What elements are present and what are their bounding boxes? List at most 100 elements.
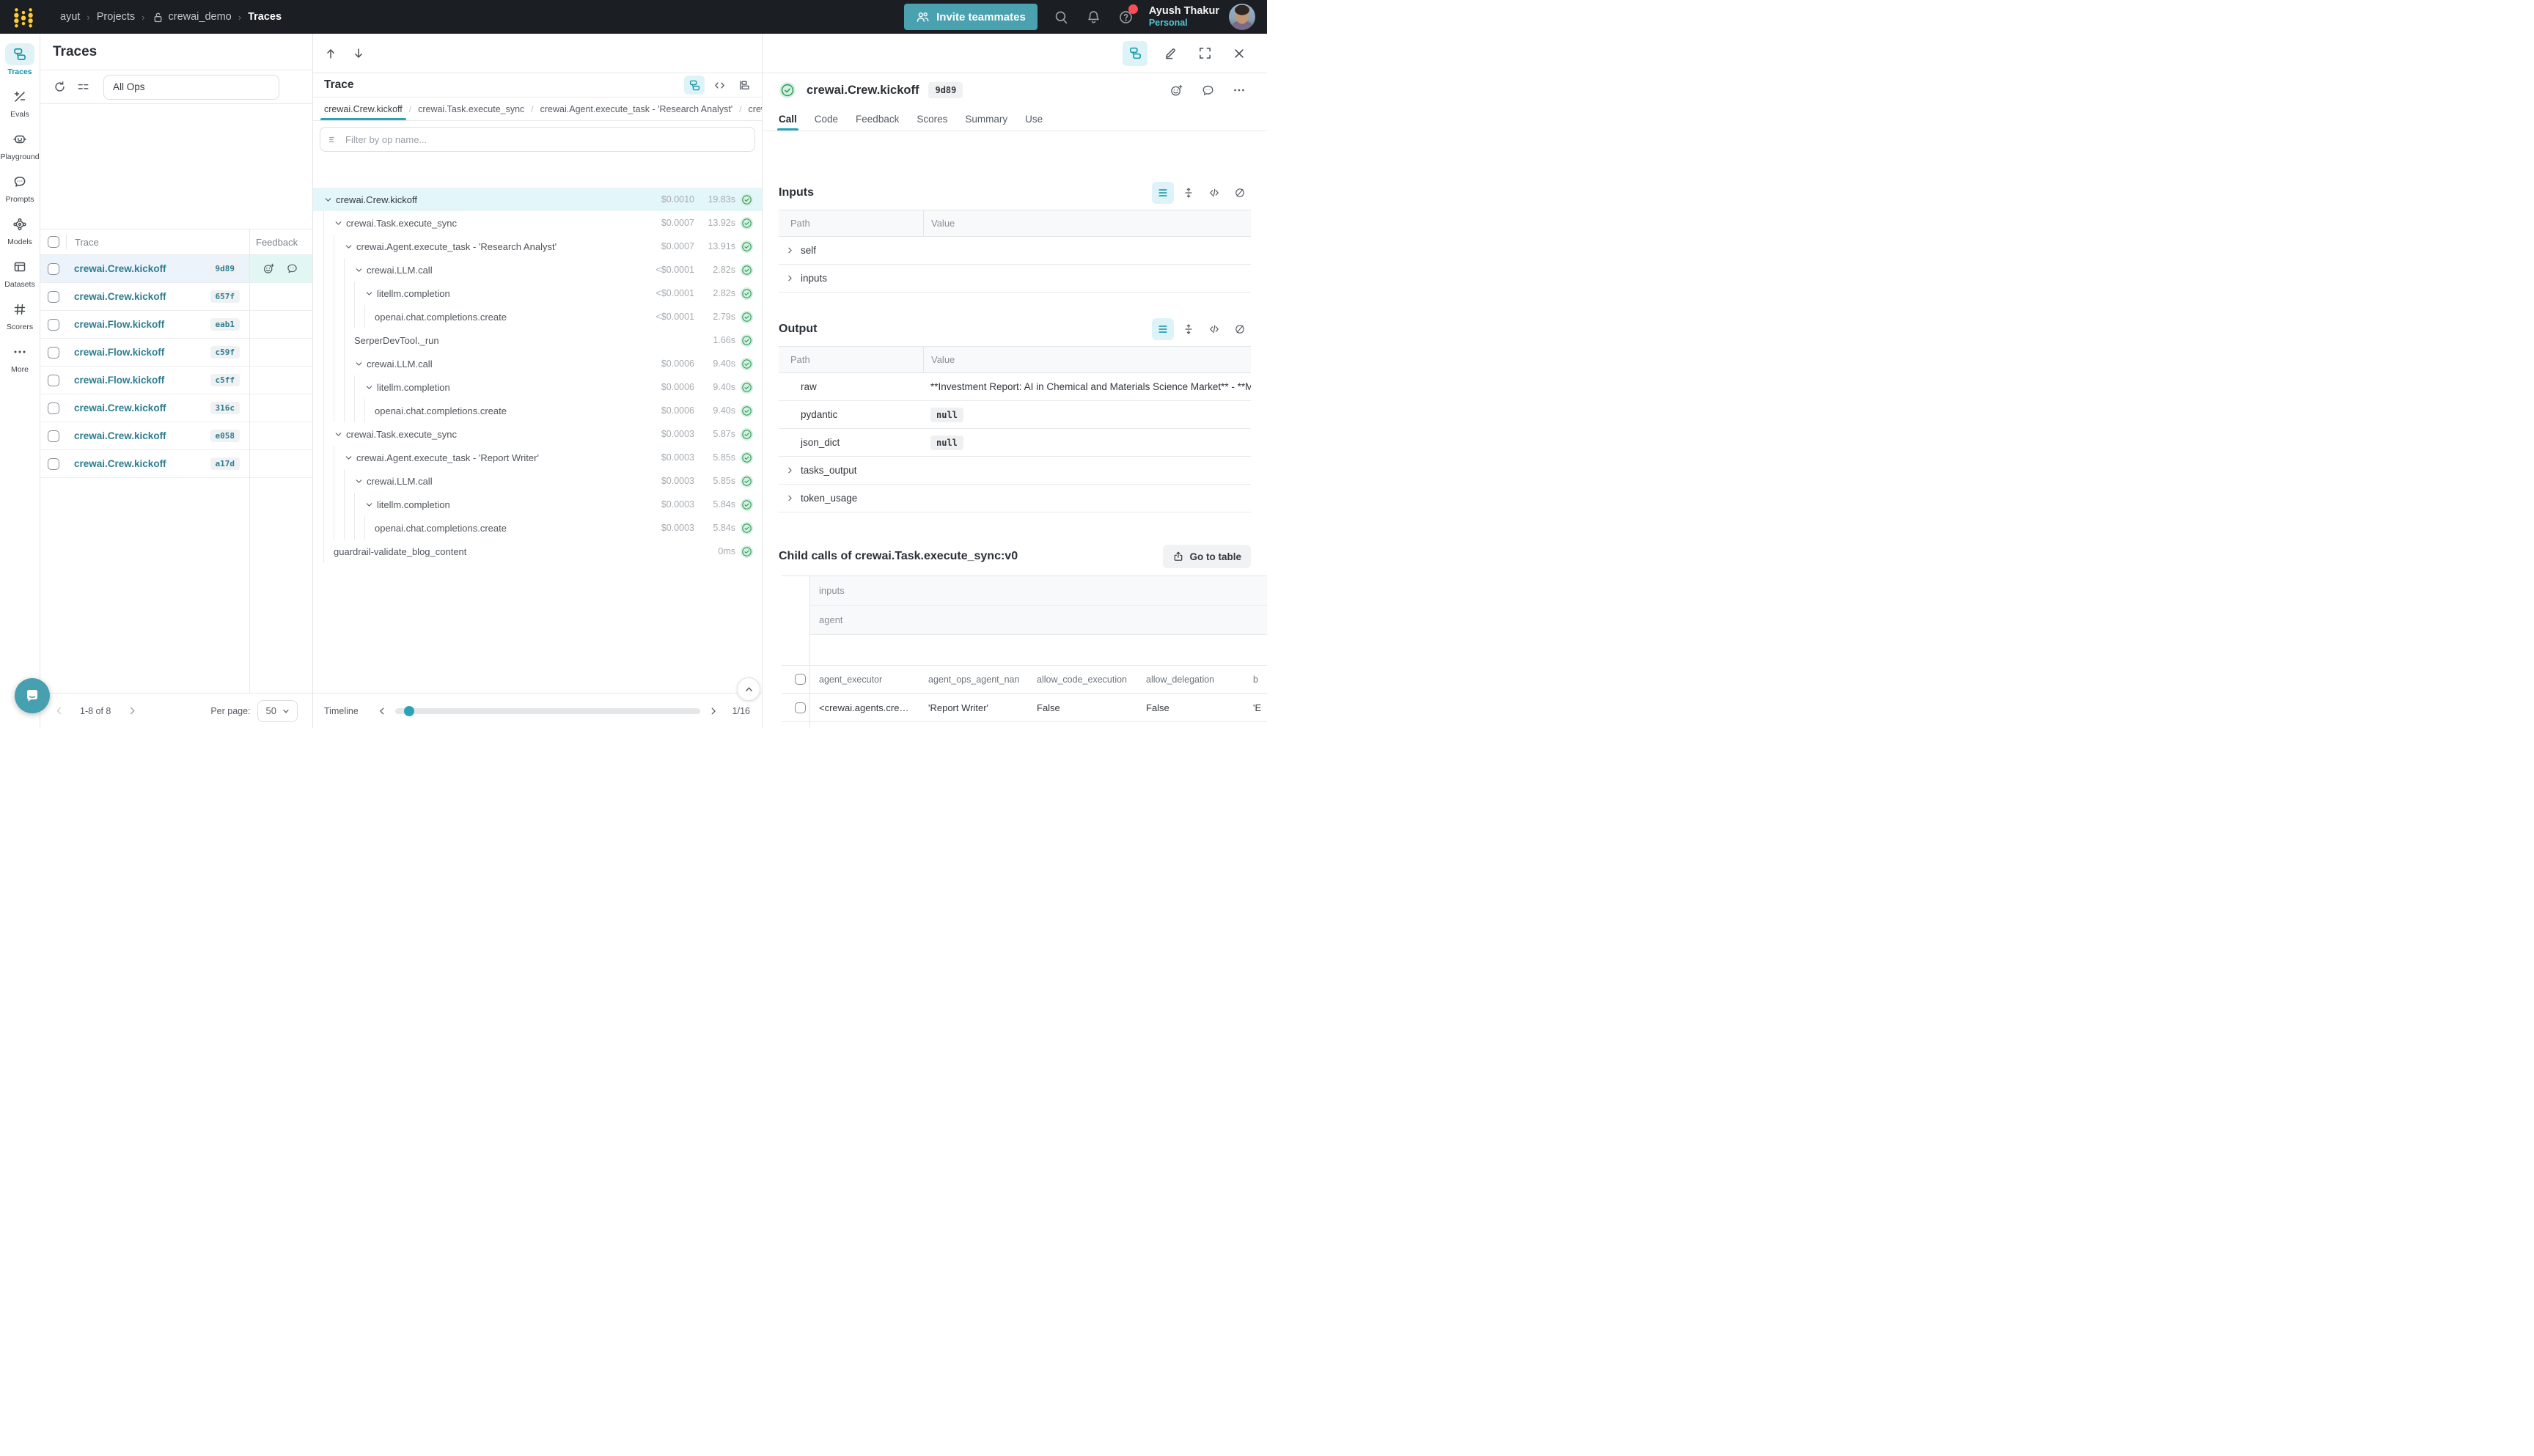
column-header-agent_executor[interactable]: agent_executor [810,665,919,694]
help-icon[interactable] [1112,3,1140,31]
trace-row[interactable]: crewai.Flow.kickoff c5ff [40,367,312,394]
trace-row[interactable]: crewai.Crew.kickoff9d89 [40,255,312,283]
sidebar-item-models[interactable]: Models [0,213,40,246]
trace-breadcrumb-tab[interactable]: crewai.Agent.execute_task - 'Research An… [534,98,740,120]
comment-icon[interactable] [286,262,298,275]
tree-row[interactable]: openai.chat.completions.create$0.00035.8… [313,516,762,540]
trace-column-header[interactable]: Trace [75,237,249,248]
tree-row[interactable]: crewai.Agent.execute_task - 'Research An… [313,235,762,258]
expand-chevron-icon[interactable] [779,246,801,255]
select-all-checkbox[interactable] [48,236,59,248]
notifications-bell-icon[interactable] [1080,3,1108,31]
timeline-slider[interactable] [395,708,700,714]
trace-id-badge[interactable]: a17d [210,457,240,470]
tree-view-icon[interactable] [684,76,705,95]
row-checkbox[interactable] [48,402,59,414]
column-header-b[interactable]: b [1244,665,1267,694]
add-reaction-icon[interactable] [1164,78,1188,102]
search-icon[interactable] [1048,3,1076,31]
sidebar-item-playground[interactable]: Playground [0,128,40,161]
expand-chevron-icon[interactable] [779,273,801,283]
chevron-down-icon[interactable] [354,477,367,486]
chevron-down-icon[interactable] [354,359,367,369]
trace-name-link[interactable]: crewai.Crew.kickoff [74,291,166,302]
list-view-icon[interactable] [1152,318,1174,340]
row-settings-icon[interactable] [71,76,95,99]
tree-row[interactable]: litellm.completion$0.00069.40s [313,375,762,399]
chevron-down-icon[interactable] [334,430,346,439]
column-header-allow_delegation[interactable]: allow_delegation [1137,665,1244,694]
trace-id-badge[interactable]: eab1 [210,318,240,331]
chat-bubble-button[interactable] [15,678,50,713]
hide-values-icon[interactable] [1229,182,1251,204]
chevron-down-icon[interactable] [323,195,336,205]
trace-row[interactable]: crewai.Crew.kickoffe058 [40,422,312,450]
row-checkbox[interactable] [48,430,59,442]
more-options-icon[interactable] [1227,78,1251,102]
chevron-down-icon[interactable] [344,453,356,463]
code-format-icon[interactable] [1203,318,1225,340]
select-all-checkbox[interactable] [795,674,806,685]
tab-feedback[interactable]: Feedback [847,107,908,130]
sidebar-item-prompts[interactable]: Prompts [0,171,40,204]
hide-values-icon[interactable] [1229,318,1251,340]
trace-id-badge[interactable]: c59f [210,346,240,359]
expand-rows-icon[interactable] [1178,318,1200,340]
trace-id-badge[interactable]: e058 [210,430,240,442]
trace-name-link[interactable]: crewai.Crew.kickoff [74,402,166,413]
tree-row[interactable]: SerperDevTool._run1.66s [313,328,762,352]
list-view-icon[interactable] [1152,182,1174,204]
user-menu[interactable]: Ayush Thakur Personal [1149,4,1219,29]
trace-row[interactable]: crewai.Crew.kickoff 657f [40,283,312,311]
tree-row[interactable]: litellm.completion<$0.00012.82s [313,282,762,305]
trace-name-link[interactable]: crewai.Flow.kickoff [74,319,164,330]
next-page-icon[interactable] [121,700,143,722]
sidebar-item-datasets[interactable]: Datasets [0,256,40,289]
tree-row[interactable]: crewai.LLM.call$0.00069.40s [313,352,762,375]
tab-call[interactable]: Call [770,107,806,130]
breadcrumb-entity[interactable]: ayut [60,11,80,23]
tree-row[interactable]: crewai.Task.execute_sync$0.00035.87s [313,422,762,446]
next-call-arrow-down-icon[interactable] [347,42,370,65]
chevron-down-icon[interactable] [344,242,356,251]
add-reaction-icon[interactable] [262,262,275,275]
tab-scores[interactable]: Scores [908,107,956,130]
tab-use[interactable]: Use [1016,107,1051,130]
tree-row[interactable]: guardrail-validate_blog_content0ms [313,540,762,563]
expand-rows-icon[interactable] [1178,182,1200,204]
chevron-down-icon[interactable] [364,289,377,298]
chevron-down-icon[interactable] [364,383,377,392]
trace-name-link[interactable]: crewai.Flow.kickoff [74,347,164,358]
tree-row[interactable]: openai.chat.completions.create$0.00069.4… [313,399,762,422]
refresh-button[interactable] [48,76,71,99]
trace-id-badge[interactable]: 657f [210,290,240,303]
per-page-select[interactable]: 50 [257,700,298,722]
call-id-badge[interactable]: 9d89 [928,82,963,98]
trace-row[interactable]: crewai.Crew.kickoffa17d [40,450,312,478]
trace-id-badge[interactable]: c5ff [210,374,240,386]
chevron-down-icon[interactable] [334,218,346,228]
sidebar-item-traces[interactable]: Traces [0,43,40,76]
trace-name-link[interactable]: crewai.Flow.kickoff [74,375,164,386]
tree-row[interactable]: crewai.Task.execute_sync$0.000713.92s [313,211,762,235]
tab-summary[interactable]: Summary [956,107,1016,130]
prev-call-arrow-up-icon[interactable] [319,42,342,65]
trace-row[interactable]: crewai.Flow.kickoff eab1 [40,311,312,339]
row-checkbox[interactable] [48,291,59,303]
edit-pencil-icon[interactable] [1158,42,1182,65]
row-checkbox[interactable] [48,263,59,275]
fullscreen-icon[interactable] [1193,42,1216,65]
chevron-down-icon[interactable] [354,265,367,275]
trace-row[interactable]: crewai.Flow.kickoff c59f [40,339,312,367]
avatar[interactable] [1229,4,1255,30]
comment-icon[interactable] [1196,78,1219,102]
sidebar-item-more[interactable]: More [0,341,40,374]
flame-graph-icon[interactable] [734,76,754,95]
column-header-allow_code_execution[interactable]: allow_code_execution [1028,665,1137,694]
wandb-logo[interactable] [12,5,34,29]
code-view-icon[interactable] [709,76,730,95]
scroll-to-top-button[interactable] [737,677,760,701]
go-to-table-button[interactable]: Go to table [1163,545,1252,568]
trace-breadcrumb-tab[interactable]: crewai.LLM.cal [742,98,762,120]
chevron-down-icon[interactable] [364,500,377,510]
